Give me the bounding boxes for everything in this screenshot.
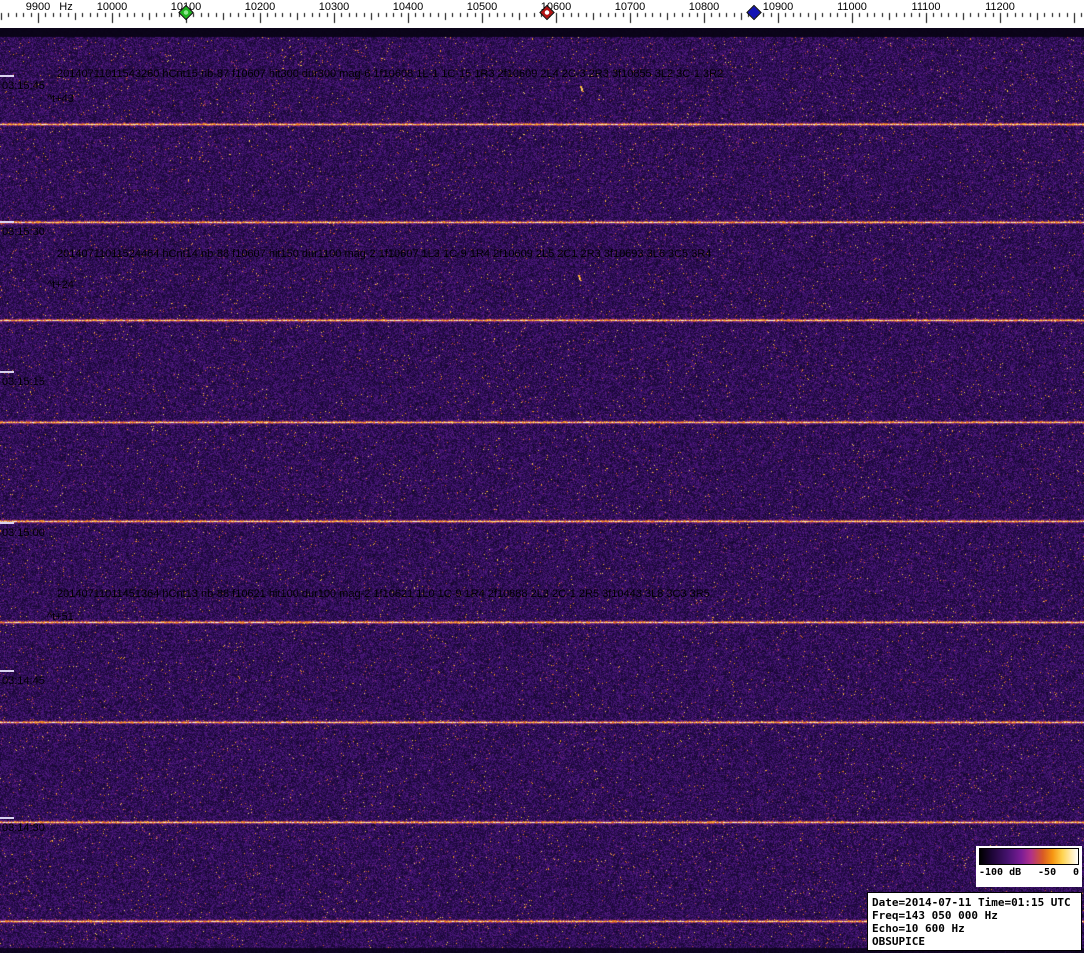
info-echo-line: Echo=10 600 Hz <box>872 922 1077 935</box>
timestamp-label: 03:15:15 <box>2 376 45 388</box>
detection-time-offset-1: ^t+43 <box>47 93 74 105</box>
spectrogram-canvas[interactable] <box>0 28 1084 953</box>
detection-time-offset-2: ^t+24 <box>47 279 74 291</box>
time-tick-dash <box>0 75 14 77</box>
timestamp-label: 03:14:30 <box>2 822 45 834</box>
colormap-labels: -100 dB -50 0 <box>979 867 1079 878</box>
freq-tick-label-10900: 10900 <box>763 1 794 13</box>
legend-max-label: 0 <box>1073 867 1079 878</box>
time-tick-dash <box>0 221 14 223</box>
freq-tick-label-11000: 11000 <box>837 1 867 13</box>
freq-tick-label-9900: 9900 <box>26 1 50 13</box>
freq-tick-label-10000: 10000 <box>97 1 128 13</box>
info-date-line: Date=2014-07-11 Time=01:15 UTC <box>872 896 1077 909</box>
freq-unit-label: Hz <box>59 1 72 13</box>
timestamp-label: 03:15:45 <box>2 80 45 92</box>
timestamp-label: 03:15:30 <box>2 226 45 238</box>
detection-annotation-1: 20140711011543260 hCnt15 nb-87 f10607 hi… <box>57 68 723 80</box>
detection-annotation-2: 20140711011524464 hCnt14 nb-88 f10607 hi… <box>57 248 711 260</box>
observation-info-box: Date=2014-07-11 Time=01:15 UTC Freq=143 … <box>867 892 1082 951</box>
detection-annotation-3: 20140711011451364 hCnt13 nb-88 f10621 hi… <box>57 588 710 600</box>
db-scale-legend: -100 dB -50 0 <box>976 846 1082 887</box>
time-tick-dash <box>0 670 14 672</box>
info-freq-line: Freq=143 050 000 Hz <box>872 909 1077 922</box>
legend-min-label: -100 dB <box>979 867 1021 878</box>
timestamp-label: 03:14:45 <box>2 675 45 687</box>
time-tick-dash <box>0 522 14 524</box>
time-tick-dash <box>0 817 14 819</box>
info-station-line: OBSUPICE <box>872 935 1077 948</box>
detection-time-offset-3: ^t+51 <box>47 611 74 623</box>
legend-mid-label: -50 <box>1038 867 1056 878</box>
freq-tick-label-11200: 11200 <box>985 1 1015 13</box>
freq-tick-label-10500: 10500 <box>467 1 498 13</box>
timestamp-label: 03:15:00 <box>2 527 45 539</box>
colormap-gradient-bar <box>979 848 1079 865</box>
meteor-echo-spectrogram-window: 9900100001010010200103001040010500106001… <box>0 0 1084 953</box>
freq-tick-label-11100: 11100 <box>912 1 941 13</box>
freq-tick-label-10700: 10700 <box>615 1 646 13</box>
freq-tick-label-10200: 10200 <box>245 1 276 13</box>
time-tick-dash <box>0 371 14 373</box>
freq-tick-label-10300: 10300 <box>319 1 350 13</box>
freq-tick-label-10400: 10400 <box>393 1 424 13</box>
frequency-ruler: 9900100001010010200103001040010500106001… <box>0 0 1084 28</box>
freq-tick-label-10800: 10800 <box>689 1 720 13</box>
spectrogram-waterfall[interactable] <box>0 28 1084 953</box>
